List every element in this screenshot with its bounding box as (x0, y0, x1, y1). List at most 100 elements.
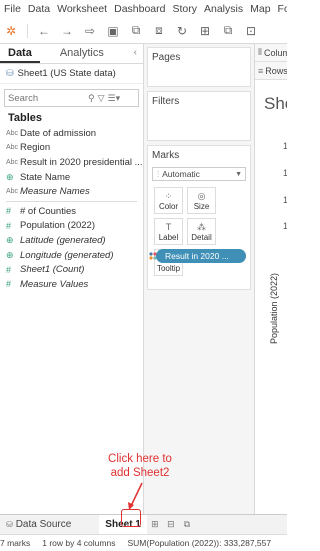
color-label: Color (158, 201, 179, 211)
field-item[interactable]: ⊕ State Name (0, 170, 143, 185)
save-icon[interactable]: ▣ (106, 23, 120, 39)
tab-analytics[interactable]: Analytics (52, 44, 112, 63)
mark-type-icon: ⫶ (157, 168, 160, 179)
annotation-line-1: Click here to (108, 453, 172, 465)
pages-card[interactable]: Pages (147, 47, 251, 87)
field-name: Sheet1 (Count) (20, 264, 85, 276)
datasource-item[interactable]: ⛁ Sheet1 (US State data) (0, 64, 143, 84)
globe-icon: ⊕ (6, 234, 14, 245)
menu-analysis[interactable]: Analysis (204, 3, 243, 15)
datasource-icon: ⛁ (6, 68, 14, 78)
field-name: State Name (20, 171, 71, 183)
pages-title: Pages (152, 52, 181, 63)
string-type-icon: Abc (6, 188, 19, 196)
label-button[interactable]: T Label (154, 218, 183, 245)
field-search: ⚲ ▽ ☰▾ (4, 89, 139, 107)
pause-updates-icon[interactable]: ⧈ (152, 23, 166, 39)
mark-type-value: Automatic (162, 169, 200, 179)
size-button[interactable]: ◎ Size (187, 187, 216, 214)
number-type-icon: # (6, 206, 12, 217)
detail-label: Detail (191, 232, 212, 242)
new-story-icon[interactable]: ⧉ (179, 517, 195, 533)
data-pane: Data Analytics ‹ ⛁ Sheet1 (US State data… (0, 44, 144, 514)
rows-shelf[interactable]: ≡ Rows (255, 62, 287, 80)
search-icon[interactable]: ⚲ (88, 93, 95, 104)
menu-bar: File Data Worksheet Dashboard Story Anal… (0, 0, 287, 18)
view-options-icon[interactable]: ☰▾ (108, 93, 121, 104)
mark-type-select[interactable]: ⫶ Automatic ▼ (152, 167, 246, 181)
annotation-text: Click here to add Sheet2 (90, 452, 190, 480)
filters-card[interactable]: Filters (147, 91, 251, 141)
back-arrow-icon[interactable]: ← (37, 23, 51, 39)
datasource-label: Sheet1 (US State data) (17, 68, 116, 79)
y-tick-label: 1 (283, 168, 287, 178)
field-item[interactable]: Abc Result in 2020 presidential ... (0, 155, 143, 170)
color-button[interactable]: ⁘ Color (154, 187, 183, 214)
field-name: Longitude (generated) (20, 249, 114, 261)
field-item[interactable]: # Population (2022) (0, 219, 143, 234)
redo-arrow-icon[interactable]: ⇨ (83, 23, 97, 39)
menu-format[interactable]: Format (278, 3, 287, 15)
divider (6, 200, 137, 202)
marks-card: Marks ⫶ Automatic ▼ ⁘ Color ◎ Size T Lab… (147, 145, 251, 290)
menu-file[interactable]: File (4, 3, 21, 15)
field-item[interactable]: # Sheet1 (Count) (0, 262, 143, 277)
string-type-icon: Abc (6, 158, 19, 166)
field-item[interactable]: Abc Measure Names (0, 184, 143, 199)
toolbar: ✲ ← → ⇨ ▣ ⧉ ⧈ ↻ ⊞ ⧉ ⊡ (0, 18, 287, 44)
collapse-pane-icon[interactable]: ‹ (128, 44, 143, 63)
globe-icon: ⊕ (6, 171, 14, 182)
field-name: Measure Names (20, 186, 90, 198)
field-item[interactable]: ⊕ Longitude (generated) (0, 248, 143, 263)
tab-data-source[interactable]: ⛁ Data Source (0, 515, 77, 534)
sheet-tabs-bar: ⛁ Data Source Sheet 1 ⊞ ⊟ ⧉ (0, 514, 287, 534)
status-sum: SUM(Population (2022)): 333,287,557 (127, 538, 272, 548)
new-dashboard-icon[interactable]: ⊟ (163, 517, 179, 533)
size-label: Size (193, 201, 210, 211)
field-item[interactable]: # Measure Values (0, 277, 143, 292)
menu-data[interactable]: Data (28, 3, 50, 15)
field-item[interactable]: ⊕ Latitude (generated) (0, 233, 143, 248)
tableau-logo-icon[interactable]: ✲ (4, 23, 18, 39)
field-item[interactable]: Abc Region (0, 141, 143, 156)
view-pane: ⦀ Columns ≡ Rows Sheet1 1 1 1 1 Populati… (255, 44, 287, 514)
data-pane-tabs: Data Analytics ‹ (0, 44, 143, 64)
highlight-box (121, 509, 141, 527)
annotation-line-2: add Sheet2 (110, 467, 170, 479)
new-worksheet-icon[interactable]: ⊞ (147, 517, 163, 533)
search-input[interactable] (5, 92, 85, 104)
forward-arrow-icon[interactable]: → (60, 23, 74, 39)
new-worksheet-icon[interactable]: ⊞ (198, 23, 212, 39)
filters-title: Filters (152, 96, 180, 107)
menu-map[interactable]: Map (250, 3, 270, 15)
toolbar-divider (27, 23, 28, 38)
rows-icon: ≡ (258, 65, 264, 76)
field-item[interactable]: Abc Date of admission (0, 126, 143, 141)
sheet-title: Sheet1 (264, 94, 287, 113)
color-field-pill[interactable]: Result in 2020 ... (156, 249, 246, 263)
tooltip-label: Tooltip (156, 263, 181, 273)
filter-icon[interactable]: ▽ (98, 93, 105, 104)
columns-shelf[interactable]: ⦀ Columns (255, 44, 287, 62)
label-label: Label (158, 232, 179, 242)
duplicate-sheet-icon[interactable]: ⧉ (221, 23, 235, 39)
menu-dashboard[interactable]: Dashboard (114, 3, 165, 15)
y-tick-label: 1 (283, 141, 287, 151)
color-icon: ⁘ (164, 190, 173, 201)
status-marks: 7 marks (0, 538, 31, 548)
field-name: Population (2022) (20, 220, 95, 232)
new-datasource-icon[interactable]: ⧉ (129, 23, 143, 39)
detail-icon: ⁂ (197, 221, 206, 232)
tab-data[interactable]: Data (0, 44, 40, 63)
menu-story[interactable]: Story (172, 3, 197, 15)
menu-worksheet[interactable]: Worksheet (57, 3, 107, 15)
columns-label: Columns (263, 47, 287, 58)
status-bar: 7 marks 1 row by 4 columns SUM(Populatio… (0, 534, 287, 551)
field-name: Region (20, 142, 51, 154)
string-type-icon: Abc (6, 144, 19, 152)
field-item[interactable]: # # of Counties (0, 204, 143, 219)
detail-button[interactable]: ⁂ Detail (187, 218, 216, 245)
globe-icon: ⊕ (6, 249, 14, 260)
refresh-icon[interactable]: ↻ (175, 23, 189, 39)
clear-sheet-icon[interactable]: ⊡ (244, 23, 258, 39)
